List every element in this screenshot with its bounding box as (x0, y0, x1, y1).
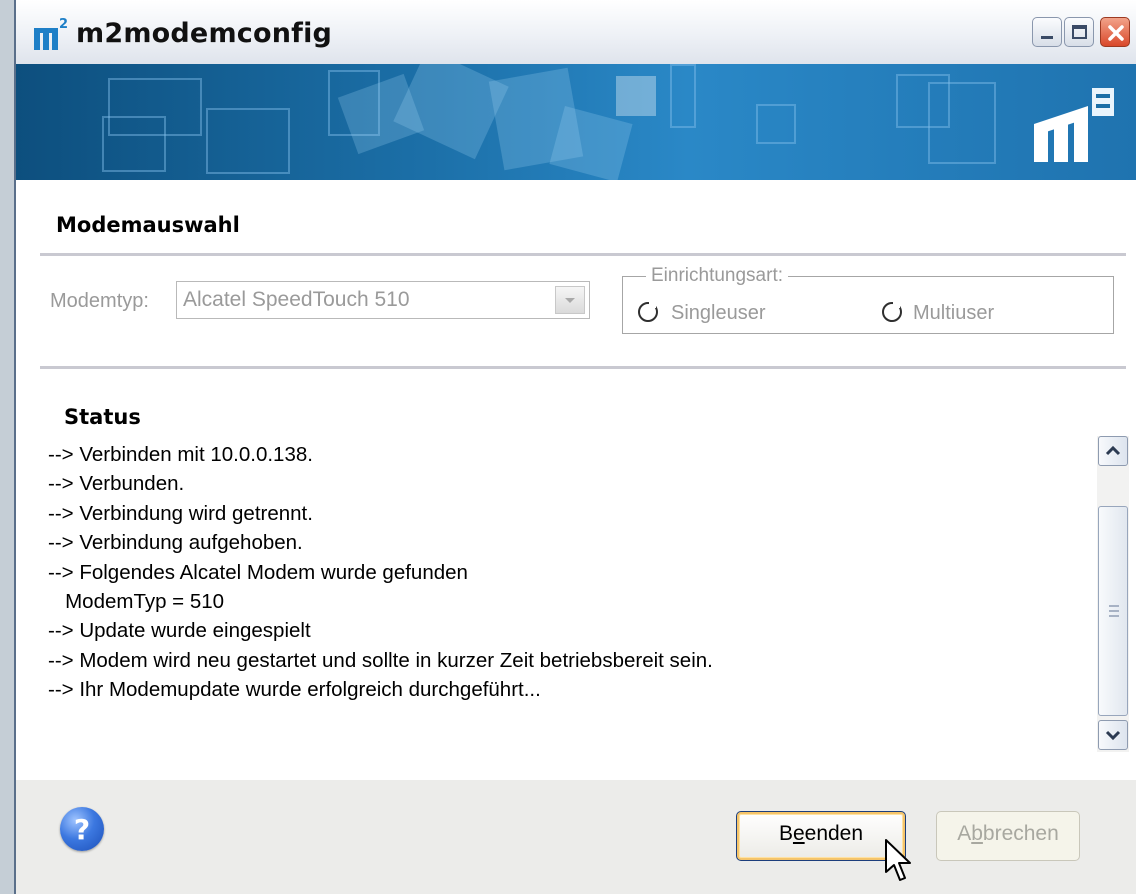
banner-square (928, 82, 996, 164)
banner-shape (549, 105, 633, 180)
grip-line (1109, 610, 1119, 612)
m2-brand-logo (1034, 88, 1114, 162)
maximize-button[interactable] (1064, 17, 1094, 47)
chevron-up-icon (1105, 445, 1121, 456)
scroll-up-button[interactable] (1098, 436, 1128, 466)
banner-square (670, 64, 696, 128)
svg-text:2: 2 (59, 17, 68, 32)
log-line: --> Ihr Modemupdate wurde erfolgreich du… (48, 678, 541, 702)
banner-shape (393, 64, 509, 160)
log-line: ModemTyp = 510 (48, 590, 225, 614)
modemtype-select[interactable]: Alcatel SpeedTouch 510 (176, 281, 590, 319)
cancel-label-mnemonic: b (971, 822, 983, 845)
setup-type-label: Einrichtungsart: (646, 265, 789, 287)
cancel-label-start: A (957, 822, 972, 845)
banner-square (102, 116, 166, 172)
log-line: --> Verbindung wird getrennt. (48, 501, 313, 525)
minimize-icon (1041, 36, 1053, 39)
status-section-title: Status (64, 405, 141, 429)
minimize-button[interactable] (1032, 17, 1062, 47)
banner-square (206, 108, 290, 174)
finish-label-end: enden (804, 822, 864, 845)
app-window: 2 m2modemconfig Modemauswahl Modemtyp: A… (14, 0, 1136, 894)
mouse-cursor-icon (885, 839, 911, 881)
close-button[interactable] (1100, 17, 1130, 47)
finish-button[interactable]: Beenden (736, 811, 906, 861)
chevron-down-icon (1105, 730, 1121, 741)
log-line: --> Verbinden mit 10.0.0.138. (48, 443, 313, 466)
cancel-button[interactable]: Abbrechen (936, 811, 1080, 861)
scroll-down-button[interactable] (1098, 720, 1128, 750)
header-banner (16, 64, 1136, 180)
m2-logo-icon: 2 (34, 17, 68, 50)
modem-section-title: Modemauswahl (56, 213, 240, 237)
grip-line (1109, 615, 1119, 617)
help-icon[interactable]: ? (60, 807, 104, 851)
modemtype-value: Alcatel SpeedTouch 510 (183, 288, 410, 311)
modemtype-label: Modemtyp: (50, 290, 149, 312)
maximize-icon (1072, 25, 1087, 39)
scroll-thumb[interactable] (1098, 506, 1128, 716)
log-line: --> Folgendes Alcatel Modem wurde gefund… (48, 560, 468, 584)
status-scrollbar[interactable] (1097, 436, 1129, 752)
question-mark-glyph: ? (73, 813, 91, 846)
dropdown-button[interactable] (555, 286, 585, 314)
window-title: m2modemconfig (76, 18, 333, 49)
cancel-label-end: brechen (982, 822, 1059, 845)
banner-shape (616, 76, 656, 116)
log-line: --> Update wurde eingespielt (48, 619, 311, 643)
grip-line (1109, 605, 1119, 607)
banner-square (756, 104, 796, 144)
status-log[interactable]: --> Verbinden mit 10.0.0.138. --> Verbun… (48, 440, 1088, 705)
divider (40, 366, 1126, 369)
title-bar[interactable]: 2 m2modemconfig (16, 0, 1136, 65)
singleuser-radio[interactable] (638, 301, 658, 322)
chevron-down-icon (565, 298, 575, 303)
singleuser-label: Singleuser (671, 302, 766, 324)
multiuser-radio[interactable] (882, 301, 902, 322)
finish-label-mnemonic: e (792, 822, 805, 845)
log-line: --> Verbunden. (48, 472, 185, 496)
multiuser-label: Multiuser (913, 302, 995, 324)
log-line: --> Modem wird neu gestartet und sollte … (48, 648, 713, 672)
log-line: --> Verbindung aufgehoben. (48, 531, 303, 555)
divider (40, 253, 1126, 256)
close-icon (1108, 25, 1124, 41)
finish-label-start: B (778, 822, 793, 845)
